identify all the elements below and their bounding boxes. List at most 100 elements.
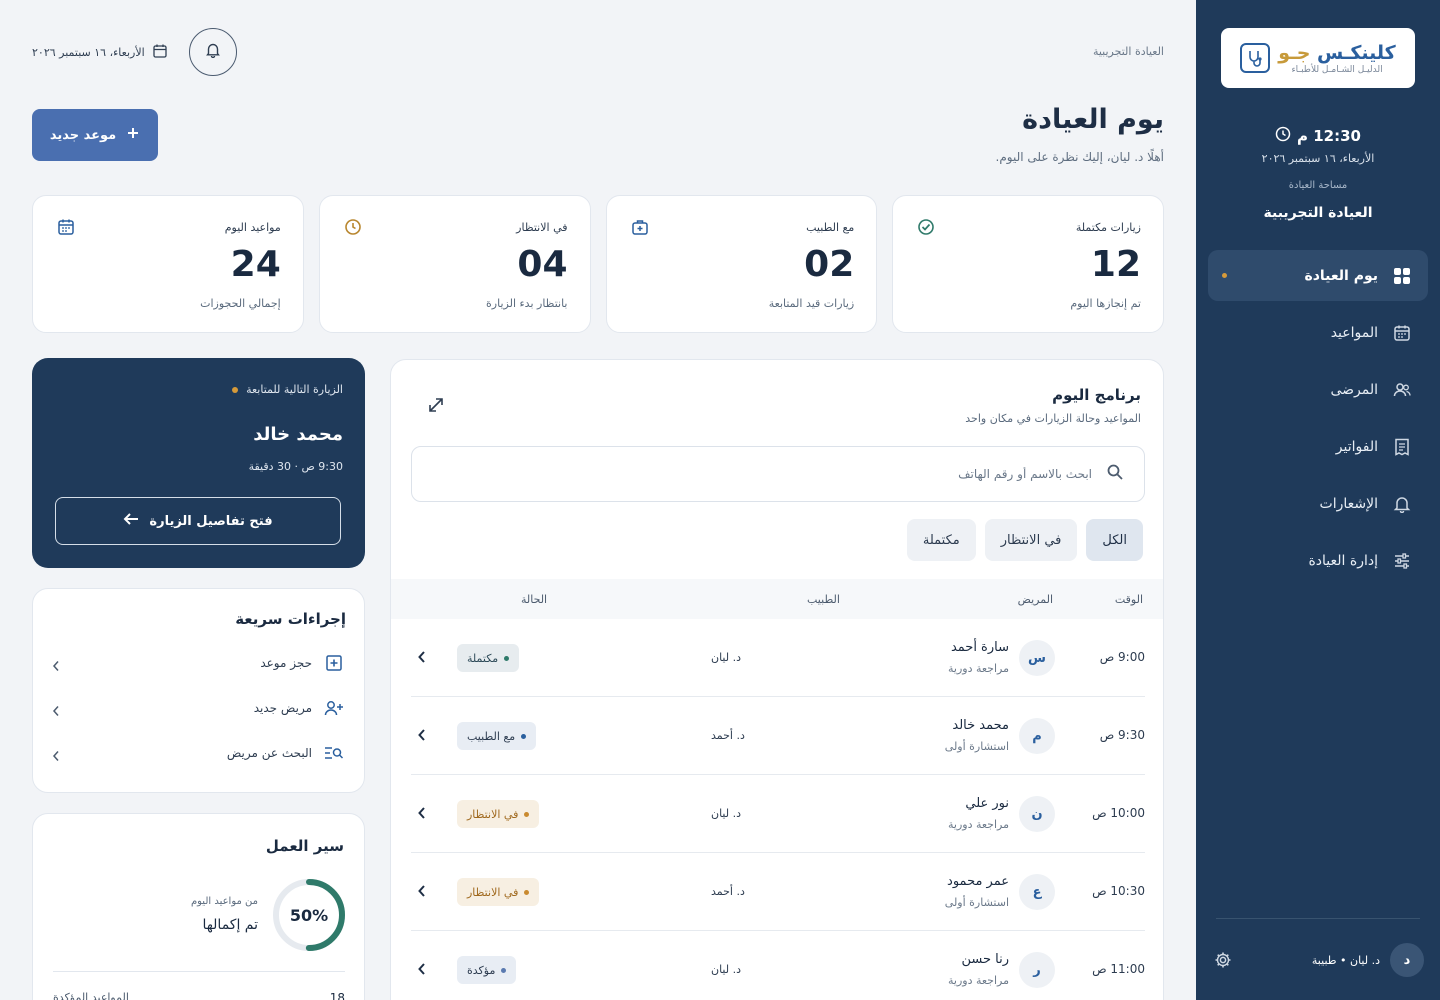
breadcrumb[interactable]: العيادة التجريبية bbox=[1093, 45, 1164, 58]
space-label: مساحة العيادة bbox=[1288, 180, 1348, 191]
table-row[interactable]: 10:00 ص ن نور علي مراجعة دورية د. ليان ف… bbox=[411, 775, 1145, 853]
schedule-panel: برنامج اليوم المواعيد وحالة الزيارات في … bbox=[390, 359, 1164, 1000]
workflow-done-label: تم إكمالها bbox=[202, 917, 258, 933]
gear-icon[interactable] bbox=[1212, 949, 1234, 971]
new-appointment-label: موعد جديد bbox=[49, 127, 117, 143]
check-circle-icon bbox=[915, 218, 935, 238]
workflow-divider bbox=[53, 971, 345, 972]
stat-value: 04 bbox=[517, 244, 568, 285]
arrow-left-icon bbox=[123, 512, 139, 530]
visit-type: استشارة أولى bbox=[944, 896, 1009, 909]
sidebar-item-patients[interactable]: المرضى bbox=[1208, 364, 1428, 415]
visit-type: استشارة أولى bbox=[944, 740, 1009, 753]
doctor-name: د. ليان bbox=[711, 963, 741, 976]
clock-icon bbox=[342, 218, 362, 238]
side-clock: 12:30 م الأربعاء، ١٦ سبتمبر ٢٠٢٦ bbox=[1196, 126, 1440, 165]
search-input[interactable] bbox=[432, 467, 1092, 481]
quick-action-label: البحث عن مريض bbox=[226, 746, 312, 760]
patient-name: عمر محمود bbox=[947, 874, 1009, 889]
stat-card-waiting[interactable]: في الانتظار 04 بانتظار بدء الزيارة bbox=[318, 195, 591, 333]
status-badge: في الانتظار bbox=[457, 878, 540, 906]
status-text: في الانتظار bbox=[467, 885, 519, 899]
filter-completed[interactable]: مكتملة bbox=[906, 519, 976, 561]
next-visit-patient: محمد خالد bbox=[253, 424, 343, 445]
open-visit-button[interactable]: فتح تفاصيل الزيارة bbox=[55, 497, 341, 545]
doctor-name: د. ليان bbox=[711, 807, 741, 820]
status-filters: الكل في الانتظار مكتملة bbox=[906, 519, 1143, 561]
confirmed-label: المواعيد المؤكدة bbox=[53, 991, 129, 1000]
quick-action-new-patient[interactable]: مريض جديد bbox=[50, 696, 344, 720]
table-row[interactable]: 11:00 ص ر رنا حسن مراجعة دورية د. ليان م… bbox=[411, 931, 1145, 1000]
status-badge: مؤكدة bbox=[457, 956, 517, 984]
filter-waiting[interactable]: في الانتظار bbox=[984, 519, 1078, 561]
quick-action-search-patient[interactable]: البحث عن مريض bbox=[50, 741, 344, 765]
status-dot bbox=[232, 386, 239, 393]
column-doctor: الطبيب bbox=[807, 593, 840, 606]
workflow-panel: سير العمل 50% من مواعيد اليوم تم إكمالها… bbox=[32, 813, 365, 1000]
clock-icon bbox=[1275, 126, 1291, 146]
plus-icon bbox=[126, 126, 140, 144]
logo-tagline: الدليـل الشـامـل للأطبـاء bbox=[1291, 64, 1383, 75]
workflow-subtitle: من مواعيد اليوم bbox=[190, 896, 258, 907]
visit-type: مراجعة دورية bbox=[948, 974, 1009, 987]
filter-all[interactable]: الكل bbox=[1086, 519, 1143, 561]
sidebar-item-appointments[interactable]: المواعيد bbox=[1208, 307, 1428, 358]
avatar: د bbox=[1390, 943, 1424, 977]
chevron-left-icon[interactable] bbox=[415, 727, 427, 743]
status-badge: مكتملة bbox=[457, 644, 520, 672]
sidebar-item-label: المواعيد bbox=[1330, 324, 1378, 341]
stat-value: 12 bbox=[1090, 244, 1141, 285]
table-row[interactable]: 10:30 ص ع عمر محمود استشارة أولى د. أحمد… bbox=[411, 853, 1145, 931]
patient-search[interactable] bbox=[411, 446, 1145, 502]
sidebar-item-clinic-day[interactable]: يوم العيادة bbox=[1208, 250, 1428, 301]
stats-row: مواعيد اليوم 24 إجمالي الحجوزات في الانت… bbox=[32, 195, 1164, 333]
visit-type: مراجعة دورية bbox=[948, 662, 1009, 675]
table-header: الوقت المريض الطبيب الحالة bbox=[391, 579, 1163, 619]
main-content: العيادة التجريبية الأربعاء، ١٦ سبتمبر ٢٠… bbox=[0, 0, 1196, 1000]
notifications-button[interactable] bbox=[188, 28, 237, 76]
stat-card-with-doctor[interactable]: مع الطبيب 02 زيارات قيد المتابعة bbox=[605, 195, 878, 333]
quick-actions-panel: إجراءات سريعة حجز موعد مريض جديد البحث ع… bbox=[32, 588, 365, 793]
quick-action-book[interactable]: حجز موعد bbox=[50, 651, 344, 675]
search-icon bbox=[1106, 463, 1124, 485]
space-name: العيادة التجريبية bbox=[1263, 205, 1373, 221]
medical-bag-icon bbox=[629, 218, 649, 238]
logo-accent-text: جـو bbox=[1278, 41, 1311, 64]
grid-icon bbox=[1392, 266, 1412, 286]
sidebar-item-label: يوم العيادة bbox=[1304, 267, 1378, 284]
chevron-left-icon[interactable] bbox=[415, 883, 427, 899]
chevron-left-icon[interactable] bbox=[415, 649, 427, 665]
row-time: 11:00 ص bbox=[1092, 962, 1145, 976]
clinic-logo[interactable]: كلينكـس جـو الدليـل الشـامـل للأطبـاء bbox=[1221, 28, 1415, 88]
stat-foot: بانتظار بدء الزيارة bbox=[486, 297, 568, 310]
quick-action-label: حجز موعد bbox=[260, 656, 312, 670]
status-text: مع الطبيب bbox=[467, 729, 516, 743]
stat-card-today[interactable]: مواعيد اليوم 24 إجمالي الحجوزات bbox=[32, 195, 304, 333]
column-status: الحالة bbox=[521, 593, 548, 606]
chevron-left-icon[interactable] bbox=[415, 961, 427, 977]
stat-label: في الانتظار bbox=[516, 221, 568, 234]
stat-card-completed[interactable]: زيارات مكتملة 12 تم إنجازها اليوم bbox=[892, 195, 1164, 333]
new-appointment-button[interactable]: موعد جديد bbox=[32, 109, 158, 161]
search-list-icon bbox=[324, 743, 344, 763]
expand-icon[interactable] bbox=[427, 396, 445, 414]
stat-value: 24 bbox=[230, 244, 281, 285]
table-row[interactable]: 9:00 ص س سارة أحمد مراجعة دورية د. ليان … bbox=[411, 619, 1145, 697]
chevron-left-icon[interactable] bbox=[415, 805, 427, 821]
patient-name: سارة أحمد bbox=[950, 640, 1009, 655]
table-row[interactable]: 9:30 ص م محمد خالد استشارة أولى د. أحمد … bbox=[411, 697, 1145, 775]
progress-percent: 50% bbox=[289, 906, 329, 925]
sidebar-item-invoices[interactable]: الفواتير bbox=[1208, 421, 1428, 472]
bell-icon bbox=[1392, 494, 1412, 514]
page-title: يوم العيادة bbox=[1022, 104, 1164, 135]
status-badge: في الانتظار bbox=[457, 800, 540, 828]
patient-name: نور علي bbox=[965, 796, 1009, 811]
stat-label: مع الطبيب bbox=[806, 221, 855, 234]
patient-avatar: س bbox=[1019, 640, 1055, 676]
patient-avatar: م bbox=[1019, 718, 1055, 754]
sidebar-item-notifications[interactable]: الإشعارات bbox=[1208, 478, 1428, 529]
workflow-title: سير العمل bbox=[265, 837, 344, 855]
stat-foot: تم إنجازها اليوم bbox=[1070, 297, 1141, 310]
sidebar-item-clinic-management[interactable]: إدارة العيادة bbox=[1208, 535, 1428, 586]
user-profile[interactable]: د د. ليان • طبيبة bbox=[1212, 942, 1424, 978]
